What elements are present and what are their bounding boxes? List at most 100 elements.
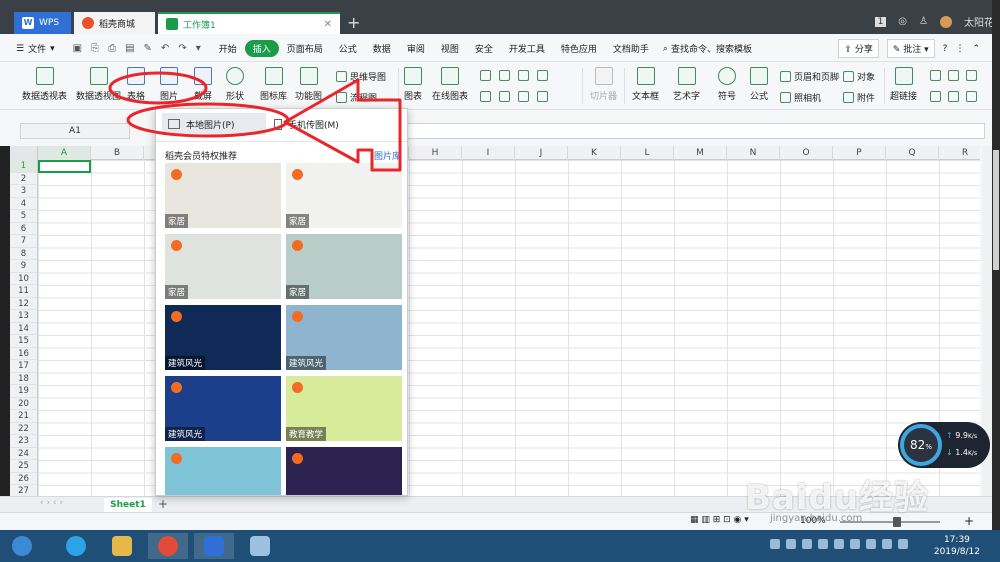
flowchart-button[interactable]: 流程图 (336, 91, 377, 104)
column-header[interactable]: B (91, 146, 144, 160)
row-header[interactable]: 13 (10, 310, 37, 323)
icon-library-button[interactable]: 图标库 (260, 67, 287, 102)
avatar[interactable] (940, 15, 952, 28)
mind-map-button[interactable]: 思维导图 (336, 70, 386, 83)
extra-tools-row-1[interactable] (930, 70, 977, 81)
tab-featured[interactable]: 特色应用 (553, 40, 605, 57)
print-icon[interactable]: ⎙ (108, 43, 116, 54)
row-header[interactable]: 6 (10, 223, 37, 235)
textbox-button[interactable]: 文本框 (632, 67, 659, 102)
name-box[interactable]: A1 (20, 123, 130, 139)
export-icon[interactable]: ⎘ (91, 43, 99, 54)
network-speed-widget[interactable]: 82% ↑ 9.9K/s ↓ 1.4K/s (898, 422, 990, 468)
close-tab-icon[interactable]: ✕ (324, 19, 332, 30)
row-header[interactable]: 15 (10, 335, 37, 348)
screenshot-button[interactable]: 截屏 (194, 67, 212, 102)
column-header[interactable]: L (621, 146, 674, 160)
taskbar-app[interactable] (240, 533, 280, 559)
tab-wps[interactable]: W WPS (14, 12, 71, 34)
column-header[interactable]: R (939, 146, 980, 160)
taskbar-app[interactable] (102, 533, 142, 559)
hyperlink-button[interactable]: 超链接 (890, 67, 917, 102)
selected-cell[interactable] (38, 160, 91, 173)
picture-thumbnail[interactable]: 建筑风光 (165, 376, 281, 441)
table-button[interactable]: 表格 (127, 67, 145, 102)
picture-library-link[interactable]: 图片库 (374, 149, 401, 162)
row-header[interactable]: 12 (10, 298, 37, 310)
select-all-corner[interactable] (10, 146, 38, 160)
taskbar-clock[interactable]: 17:39 2019/8/12 (934, 534, 980, 558)
column-header[interactable]: N (727, 146, 780, 160)
comment-button[interactable]: ✎ 批注 ▾ (886, 39, 935, 58)
extra-tools-row-2[interactable] (930, 91, 977, 102)
row-header[interactable]: 18 (10, 373, 37, 385)
row-header[interactable]: 23 (10, 435, 37, 448)
format-painter-icon[interactable]: ✎ (144, 43, 152, 54)
row-header[interactable]: 22 (10, 423, 37, 435)
picture-button[interactable]: 图片 (160, 67, 178, 102)
row-header[interactable]: 5 (10, 210, 37, 223)
command-search[interactable]: ⌕ 查找命令、搜索模板 (663, 42, 752, 56)
redo-icon[interactable]: ↷ (178, 43, 186, 54)
picture-thumbnail[interactable] (165, 447, 281, 495)
column-header[interactable]: M (674, 146, 727, 160)
chart-type-row-1[interactable] (480, 70, 548, 81)
start-button[interactable] (2, 533, 42, 559)
system-tray[interactable] (770, 539, 908, 549)
tab-review[interactable]: 审阅 (399, 40, 433, 57)
column-header[interactable]: P (833, 146, 886, 160)
tab-developer[interactable]: 开发工具 (501, 40, 553, 57)
picture-thumbnail[interactable]: 家居 (165, 234, 281, 299)
camera-button[interactable]: 照相机 (780, 91, 821, 104)
row-header[interactable]: 3 (10, 185, 37, 198)
chart-type-row-2[interactable] (480, 91, 548, 102)
window-count-badge[interactable]: 1 (874, 16, 887, 27)
row-header[interactable]: 20 (10, 398, 37, 410)
more-icon[interactable]: ▾ (196, 43, 201, 54)
row-header[interactable]: 14 (10, 323, 37, 335)
tab-docer-store[interactable]: 稻壳商城 (74, 12, 155, 34)
phone-picture-item[interactable]: 手机传图(M) (268, 113, 398, 135)
picture-thumbnail[interactable] (286, 447, 402, 495)
tab-view[interactable]: 视图 (433, 40, 467, 57)
tab-formula[interactable]: 公式 (331, 40, 365, 57)
wordart-button[interactable]: 艺术字 (673, 67, 700, 102)
row-header[interactable]: 21 (10, 410, 37, 423)
local-picture-item[interactable]: 本地图片(P) (162, 113, 266, 135)
tab-start[interactable]: 开始 (211, 40, 245, 57)
chart-button[interactable]: 图表 (404, 67, 422, 102)
picture-thumbnail[interactable]: 家居 (165, 163, 281, 228)
more-menu-icon[interactable]: ⋮ (955, 44, 964, 54)
symbol-button[interactable]: 符号 (718, 67, 736, 102)
new-tab-button[interactable]: + (347, 13, 360, 32)
function-chart-button[interactable]: 功能图 (295, 67, 322, 102)
shape-button[interactable]: 形状 (226, 67, 244, 102)
pivot-chart-button[interactable]: 数据透视图 (76, 67, 121, 102)
sheet-nav-icons[interactable]: ‹ › ‹ › (40, 498, 63, 508)
sheet-tab-sheet1[interactable]: Sheet1 (104, 498, 152, 512)
column-header[interactable]: I (462, 146, 515, 160)
row-header[interactable]: 10 (10, 273, 37, 285)
tab-security[interactable]: 安全 (467, 40, 501, 57)
slicer-button[interactable]: 切片器 (590, 67, 617, 102)
row-header[interactable]: 24 (10, 448, 37, 460)
attachment-button[interactable]: 附件 (843, 91, 875, 104)
tab-data[interactable]: 数据 (365, 40, 399, 57)
user-name[interactable]: 太阳花 (964, 14, 994, 29)
row-header[interactable]: 9 (10, 260, 37, 273)
taskbar-app[interactable] (56, 533, 96, 559)
row-header[interactable]: 26 (10, 473, 37, 485)
row-header[interactable]: 27 (10, 485, 37, 496)
share-button[interactable]: ⇪ 分享 (838, 39, 879, 58)
row-header[interactable]: 16 (10, 348, 37, 360)
row-header[interactable]: 1 (10, 160, 37, 173)
row-header[interactable]: 2 (10, 173, 37, 185)
column-header[interactable]: J (515, 146, 568, 160)
view-mode-icons[interactable]: ▦ ▥ ⊞ ⊡ ◉ ▾ (690, 515, 749, 525)
collapse-ribbon-icon[interactable]: ⌃ (972, 44, 980, 54)
picture-thumbnail[interactable]: 建筑风光 (165, 305, 281, 370)
save-icon[interactable]: ▣ (73, 43, 82, 54)
header-footer-button[interactable]: 页眉和页脚 (780, 70, 839, 83)
row-header[interactable]: 25 (10, 460, 37, 473)
tab-doc-assistant[interactable]: 文档助手 (605, 40, 657, 57)
